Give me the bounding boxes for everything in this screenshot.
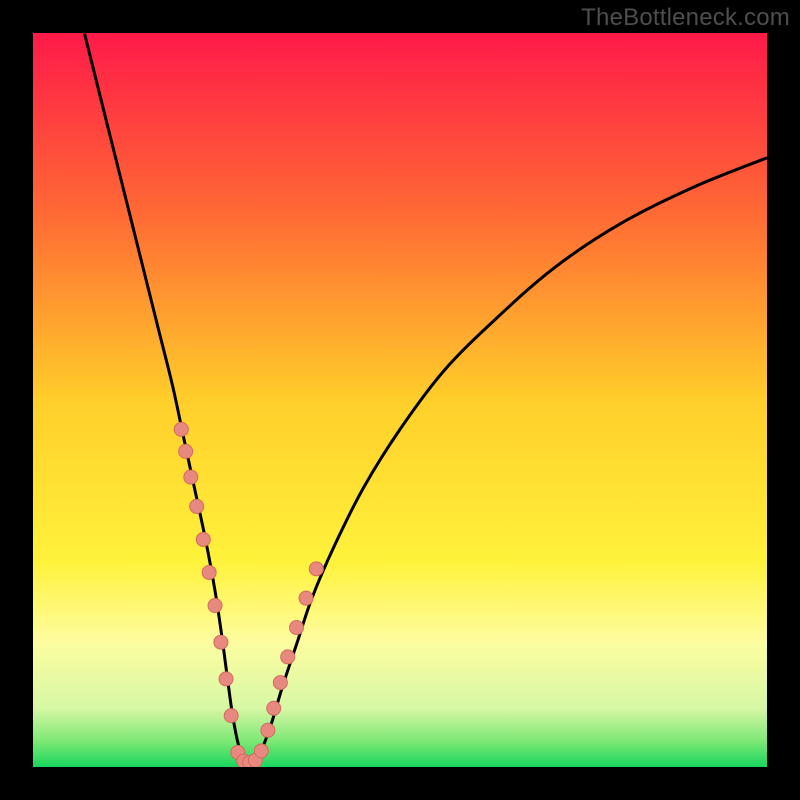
watermark-text: TheBottleneck.com: [581, 4, 790, 32]
dot-bottom-cluster: [254, 744, 268, 758]
dot-right-cluster: [290, 621, 304, 635]
dot-left-cluster: [219, 672, 233, 686]
dot-left-cluster: [174, 422, 188, 436]
dot-right-cluster: [299, 591, 313, 605]
dot-left-cluster: [190, 499, 204, 513]
plot-area: [33, 33, 767, 767]
chart-frame: TheBottleneck.com: [0, 0, 800, 800]
dot-right-cluster: [267, 701, 281, 715]
dot-left-cluster: [184, 470, 198, 484]
gradient-background: [33, 33, 767, 767]
dot-left-cluster: [196, 532, 210, 546]
bottleneck-chart: [33, 33, 767, 767]
dot-right-cluster: [309, 562, 323, 576]
dot-left-cluster: [214, 635, 228, 649]
dot-right-cluster: [261, 723, 275, 737]
dot-left-cluster: [208, 599, 222, 613]
dot-left-cluster: [224, 709, 238, 723]
dot-left-cluster: [202, 565, 216, 579]
dot-left-cluster: [179, 444, 193, 458]
dot-right-cluster: [281, 650, 295, 664]
dot-right-cluster: [273, 676, 287, 690]
